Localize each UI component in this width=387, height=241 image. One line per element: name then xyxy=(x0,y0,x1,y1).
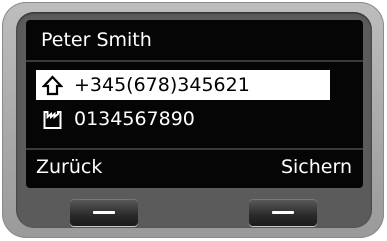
softkey-bar: Zurück Sichern xyxy=(26,148,363,182)
home-number: +345(678)345621 xyxy=(74,74,250,96)
left-softkey-button[interactable] xyxy=(70,199,138,226)
home-phone-icon xyxy=(42,75,63,96)
minus-icon xyxy=(93,211,115,214)
office-number: 0134567890 xyxy=(74,108,195,130)
office-phone-icon xyxy=(43,111,62,129)
right-softkey-button[interactable] xyxy=(249,199,317,226)
phone-display: Peter Smith +345(678)345621 0134567890 Z… xyxy=(26,20,363,182)
number-entry-office[interactable]: 0134567890 xyxy=(36,104,330,134)
minus-icon xyxy=(272,211,294,214)
back-softkey-label[interactable]: Zurück xyxy=(36,155,102,179)
display-bottom-edge xyxy=(26,182,363,188)
save-softkey-label[interactable]: Sichern xyxy=(281,155,352,179)
header-bar: Peter Smith xyxy=(26,20,363,62)
number-entry-home[interactable]: +345(678)345621 xyxy=(36,70,330,100)
contact-name: Peter Smith xyxy=(41,29,152,51)
